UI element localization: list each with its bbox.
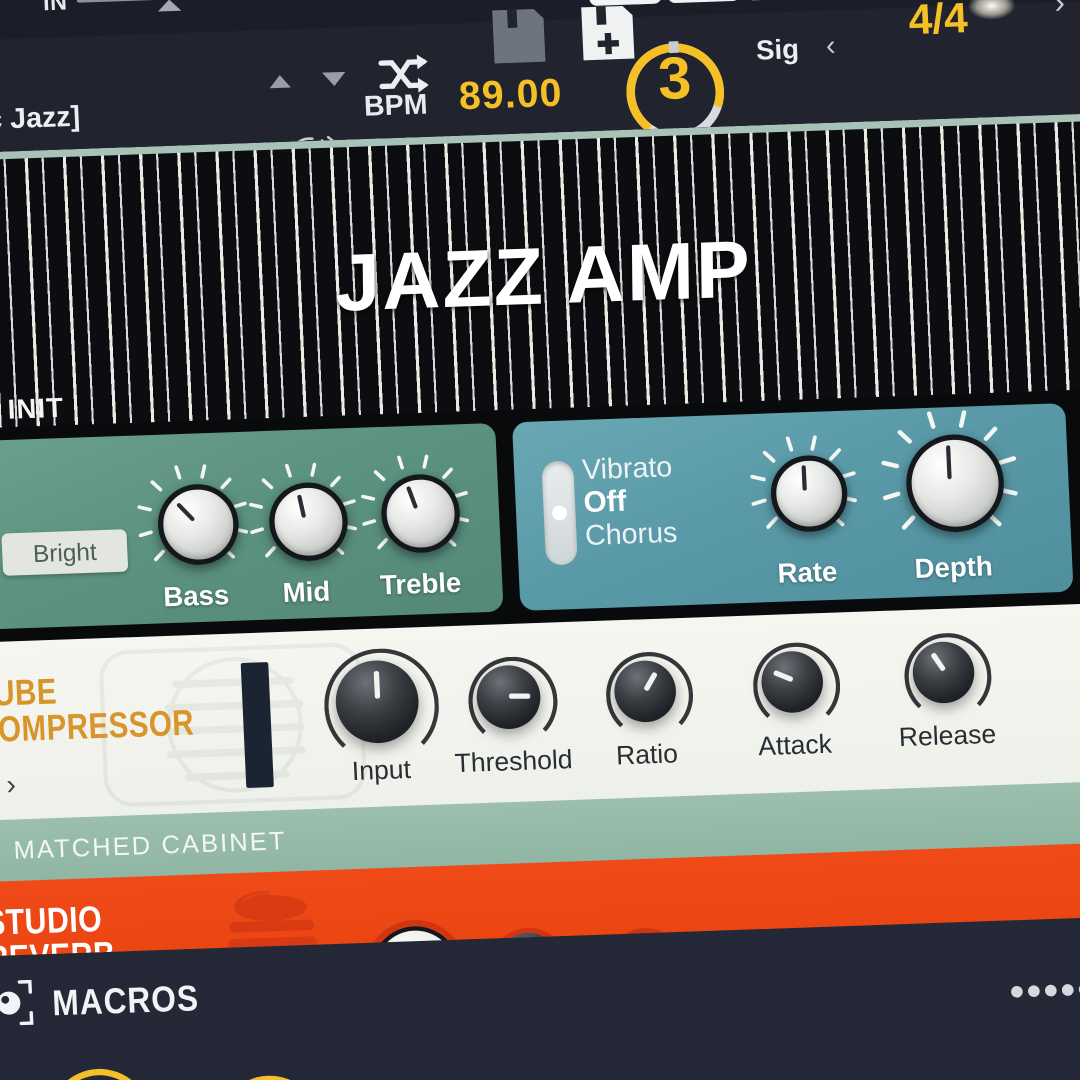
- bright-button[interactable]: Bright: [1, 529, 129, 576]
- mid-knob[interactable]: [248, 462, 357, 563]
- release-knob-label: Release: [898, 719, 997, 753]
- mid-knob-label: Mid: [281, 575, 331, 609]
- compressor-title: TUBE COMPRESSOR: [0, 669, 195, 751]
- macros-title: MACROS: [51, 978, 200, 1024]
- switch-option-vibrato[interactable]: Vibrato: [581, 451, 673, 487]
- treble-knob[interactable]: [361, 454, 470, 555]
- time-signature-label: Sig: [755, 32, 800, 66]
- depth-knob[interactable]: [881, 410, 1018, 536]
- sig-prev-icon[interactable]: ‹: [825, 29, 836, 62]
- compressor-next-icon[interactable]: ›: [6, 768, 27, 800]
- bass-knob[interactable]: [137, 464, 249, 567]
- switch-option-chorus[interactable]: Chorus: [584, 516, 678, 552]
- bpm-value[interactable]: 89.00: [458, 71, 563, 119]
- release-knob[interactable]: [902, 631, 994, 722]
- bpm-label: BPM: [363, 88, 429, 123]
- eq-panel: Bright Bass Mid Treble: [0, 422, 504, 630]
- bass-knob-label: Bass: [162, 578, 230, 613]
- rate-knob-label: Rate: [776, 555, 838, 590]
- compressor-title-line2: COMPRESSOR: [0, 702, 195, 751]
- input-slider-handle[interactable]: [157, 0, 182, 12]
- switch-option-off[interactable]: Off: [583, 484, 627, 519]
- amp-grille: JAZZ AMP ‹ › INIT: [0, 110, 1080, 434]
- automation-pen-icon[interactable]: [743, 0, 819, 1]
- compressor-preset-nav[interactable]: ‹›: [0, 768, 26, 802]
- treble-knob-label: Treble: [379, 566, 462, 601]
- threshold-knob[interactable]: [466, 654, 560, 748]
- amp-control-panels: Bright Bass Mid Treble Vibrato Off Choru…: [0, 387, 1080, 648]
- plugin-window: R IN PRE: [0, 0, 1080, 1080]
- gain-reduction-meter: [240, 662, 274, 789]
- amp-preset-selector[interactable]: ‹ › INIT: [0, 391, 65, 427]
- switch-thumb: [551, 505, 568, 521]
- vibrato-chorus-switch[interactable]: [541, 460, 578, 566]
- matched-cabinet-label: MATCHED CABINET: [12, 826, 288, 866]
- depth-knob-label: Depth: [913, 549, 994, 585]
- preset-down-icon[interactable]: [322, 71, 347, 87]
- amp-preset-label: INIT: [7, 391, 65, 426]
- input-label: IN: [42, 0, 68, 16]
- macro-target-icon[interactable]: [0, 976, 37, 1036]
- threshold-knob-label: Threshold: [454, 744, 574, 779]
- save-group: [489, 2, 638, 72]
- rate-knob[interactable]: [750, 435, 857, 534]
- count-in-value: 3: [656, 43, 693, 112]
- modulation-panel: Vibrato Off Chorus Rate Depth: [511, 403, 1074, 611]
- preset-name[interactable]: asic Jazz]: [0, 100, 81, 137]
- input-knob-label: Input: [351, 754, 412, 787]
- macros-header: MACROS: [0, 969, 220, 1035]
- attack-knob[interactable]: [751, 641, 843, 732]
- ratio-knob[interactable]: [604, 650, 696, 741]
- time-signature-value[interactable]: 4/4: [908, 0, 969, 45]
- tape-pre-icon[interactable]: PRE: [665, 0, 741, 4]
- input-knob[interactable]: [321, 646, 442, 765]
- save-icon[interactable]: [489, 5, 549, 72]
- attack-knob-label: Attack: [757, 729, 833, 762]
- ratio-knob-label: Ratio: [615, 739, 679, 771]
- sig-next-icon[interactable]: ›: [1053, 0, 1065, 22]
- preset-up-icon[interactable]: [269, 74, 291, 88]
